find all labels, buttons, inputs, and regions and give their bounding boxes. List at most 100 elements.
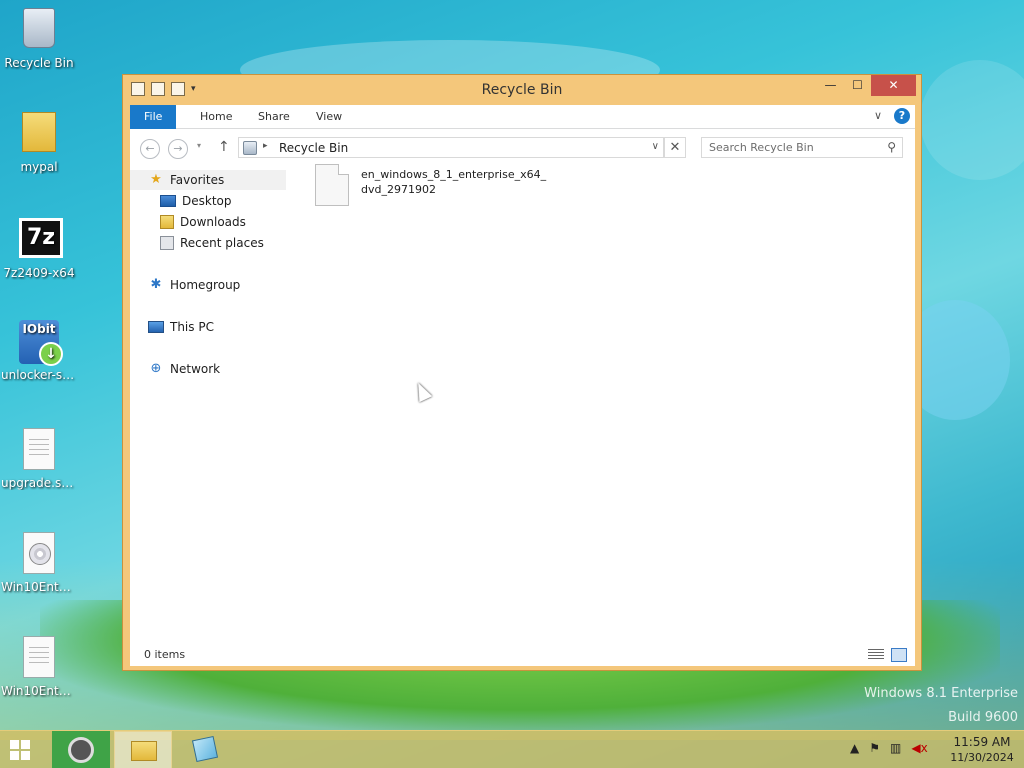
tab-share[interactable]: Share — [244, 105, 304, 129]
minimize-button[interactable]: — — [817, 75, 844, 96]
computer-icon — [148, 321, 164, 333]
system-tray: ▲ ⚑ ▥ ◀x — [850, 741, 928, 755]
desktop-icon-label: unlocker-se... — [1, 368, 77, 382]
navigation-bar: ← → ▾ ↑ ▸ Recycle Bin ∨ ✕ Search Recycle… — [130, 129, 915, 166]
breadcrumb-recycle-bin[interactable]: Recycle Bin — [279, 141, 348, 155]
recent-places-icon — [160, 236, 174, 250]
nav-item-label: Network — [170, 362, 221, 376]
desktop-icon-recycle-bin[interactable]: Recycle Bin — [1, 8, 77, 70]
nav-item-desktop[interactable]: Desktop — [160, 191, 232, 211]
7zip-icon: 7z — [19, 218, 63, 258]
help-icon[interactable]: ? — [894, 108, 910, 124]
desktop-icon — [160, 195, 176, 207]
taskbar-app-file-explorer[interactable] — [114, 731, 172, 768]
tab-home[interactable]: Home — [186, 105, 246, 129]
breadcrumb-separator-icon[interactable]: ▸ — [263, 141, 268, 151]
close-button[interactable]: ✕ — [871, 75, 916, 96]
desktop-icon-7zip[interactable]: 7z 7z2409-x64 — [1, 218, 77, 280]
nav-item-network[interactable]: ⊕ Network — [148, 359, 221, 379]
navigation-pane: ★ Favorites Desktop Downloads Recent pla… — [130, 166, 290, 645]
back-button[interactable]: ← — [140, 139, 160, 159]
search-icon[interactable]: ⚲ — [887, 140, 896, 154]
taskbar-app-notepad[interactable] — [176, 731, 234, 768]
up-button[interactable]: ↑ — [218, 139, 230, 155]
expand-ribbon-icon[interactable]: ∨ — [874, 109, 882, 122]
windows-logo-icon — [10, 751, 19, 760]
address-history-dropdown-icon[interactable]: ∨ — [652, 141, 659, 152]
tab-view[interactable]: View — [302, 105, 356, 129]
clear-address-button[interactable]: ✕ — [664, 137, 686, 158]
recycle-bin-icon — [23, 8, 55, 48]
download-arrow-icon: ↓ — [39, 342, 63, 366]
taskbar-app-raccoon[interactable] — [52, 731, 110, 768]
desktop-icon-label: Win10Enter... — [1, 580, 77, 594]
iobit-glyph: IObit — [22, 322, 56, 336]
desktop-icon-win10-file[interactable]: Win10Enter... — [1, 636, 77, 698]
desktop-icon-label: Win10Enter... — [1, 684, 77, 698]
nav-item-label: Downloads — [180, 215, 246, 229]
item-count: 0 items — [144, 648, 186, 661]
nav-item-this-pc[interactable]: This PC — [148, 317, 214, 337]
star-icon: ★ — [150, 172, 162, 187]
volume-muted-icon[interactable]: ◀x — [911, 741, 927, 755]
details-view-icon[interactable] — [868, 649, 884, 661]
folder-icon — [22, 112, 56, 152]
file-name: en_windows_8_1_enterprise_x64_dvd_297190… — [361, 168, 547, 196]
nav-item-recent-places[interactable]: Recent places — [160, 233, 264, 253]
network-status-icon[interactable]: ▥ — [890, 741, 901, 755]
start-button[interactable] — [10, 740, 30, 760]
status-bar: 0 items — [130, 645, 915, 666]
file-list[interactable]: en_windows_8_1_enterprise_x64_dvd_297190… — [293, 164, 915, 645]
nav-item-favorites[interactable]: ★ Favorites — [130, 170, 286, 190]
desktop-icon-label: 7z2409-x64 — [3, 266, 75, 280]
nav-item-label: Favorites — [170, 173, 225, 187]
show-hidden-icons-icon[interactable]: ▲ — [850, 741, 859, 755]
desktop-icon-label: Recycle Bin — [4, 56, 74, 70]
nav-item-downloads[interactable]: Downloads — [160, 212, 246, 232]
document-icon — [23, 428, 55, 470]
action-center-flag-icon[interactable]: ⚑ — [869, 741, 880, 755]
file-explorer-icon — [131, 741, 157, 761]
windows-logo-icon — [21, 751, 30, 760]
windows-logo-icon — [10, 740, 19, 749]
desktop-icon-unlocker[interactable]: IObit ↓ unlocker-se... — [1, 320, 77, 382]
nav-item-homegroup[interactable]: ✱ Homegroup — [148, 275, 241, 295]
search-placeholder: Search Recycle Bin — [709, 141, 814, 154]
desktop-icon-label: mypal — [20, 160, 58, 174]
downloads-folder-icon — [160, 215, 174, 229]
nav-item-label: Recent places — [180, 236, 264, 250]
raccoon-icon — [68, 737, 94, 763]
desktop-icon-mypal[interactable]: mypal — [1, 112, 77, 174]
explorer-window: ▾ Recycle Bin — ☐ ✕ File Home Share View… — [122, 74, 922, 671]
clock[interactable]: 11:59 AM 11/30/2024 — [948, 734, 1016, 766]
disc-image-icon — [23, 532, 55, 574]
clock-time: 11:59 AM — [953, 735, 1011, 749]
nav-item-label: Desktop — [182, 194, 232, 208]
windows-edition-watermark: Windows 8.1 Enterprise — [864, 686, 1018, 701]
address-bar[interactable]: ▸ Recycle Bin ∨ — [238, 137, 664, 158]
large-icons-view-icon[interactable] — [891, 648, 907, 662]
desktop-icon-label: upgrade.saga — [1, 476, 77, 490]
generic-file-icon — [315, 164, 349, 206]
content-area: ★ Favorites Desktop Downloads Recent pla… — [130, 164, 915, 645]
homegroup-icon: ✱ — [150, 277, 162, 292]
network-icon: ⊕ — [150, 361, 162, 376]
document-icon — [23, 636, 55, 678]
clock-date: 11/30/2024 — [950, 751, 1014, 764]
taskbar: ▲ ⚑ ▥ ◀x 11:59 AM 11/30/2024 — [0, 730, 1024, 768]
tab-file[interactable]: File — [130, 105, 177, 129]
forward-button[interactable]: → — [168, 139, 188, 159]
window-title: Recycle Bin — [481, 82, 563, 98]
search-input[interactable]: Search Recycle Bin ⚲ — [701, 137, 903, 158]
file-item[interactable]: en_windows_8_1_enterprise_x64_dvd_297190… — [315, 164, 555, 212]
title-bar[interactable]: ▾ Recycle Bin — ☐ ✕ — [123, 75, 921, 105]
ribbon-tabs: File Home Share View ∨ ? — [130, 105, 915, 129]
iobit-installer-icon: IObit ↓ — [19, 320, 63, 366]
nav-item-label: This PC — [170, 320, 214, 334]
desktop-icon-upgrade-saga[interactable]: upgrade.saga — [1, 428, 77, 490]
desktop-icon-win10-iso[interactable]: Win10Enter... — [1, 532, 77, 594]
notepad-icon — [191, 735, 219, 763]
maximize-button[interactable]: ☐ — [844, 75, 871, 96]
recent-locations-icon[interactable]: ▾ — [197, 141, 201, 150]
recycle-bin-small-icon — [243, 141, 257, 155]
